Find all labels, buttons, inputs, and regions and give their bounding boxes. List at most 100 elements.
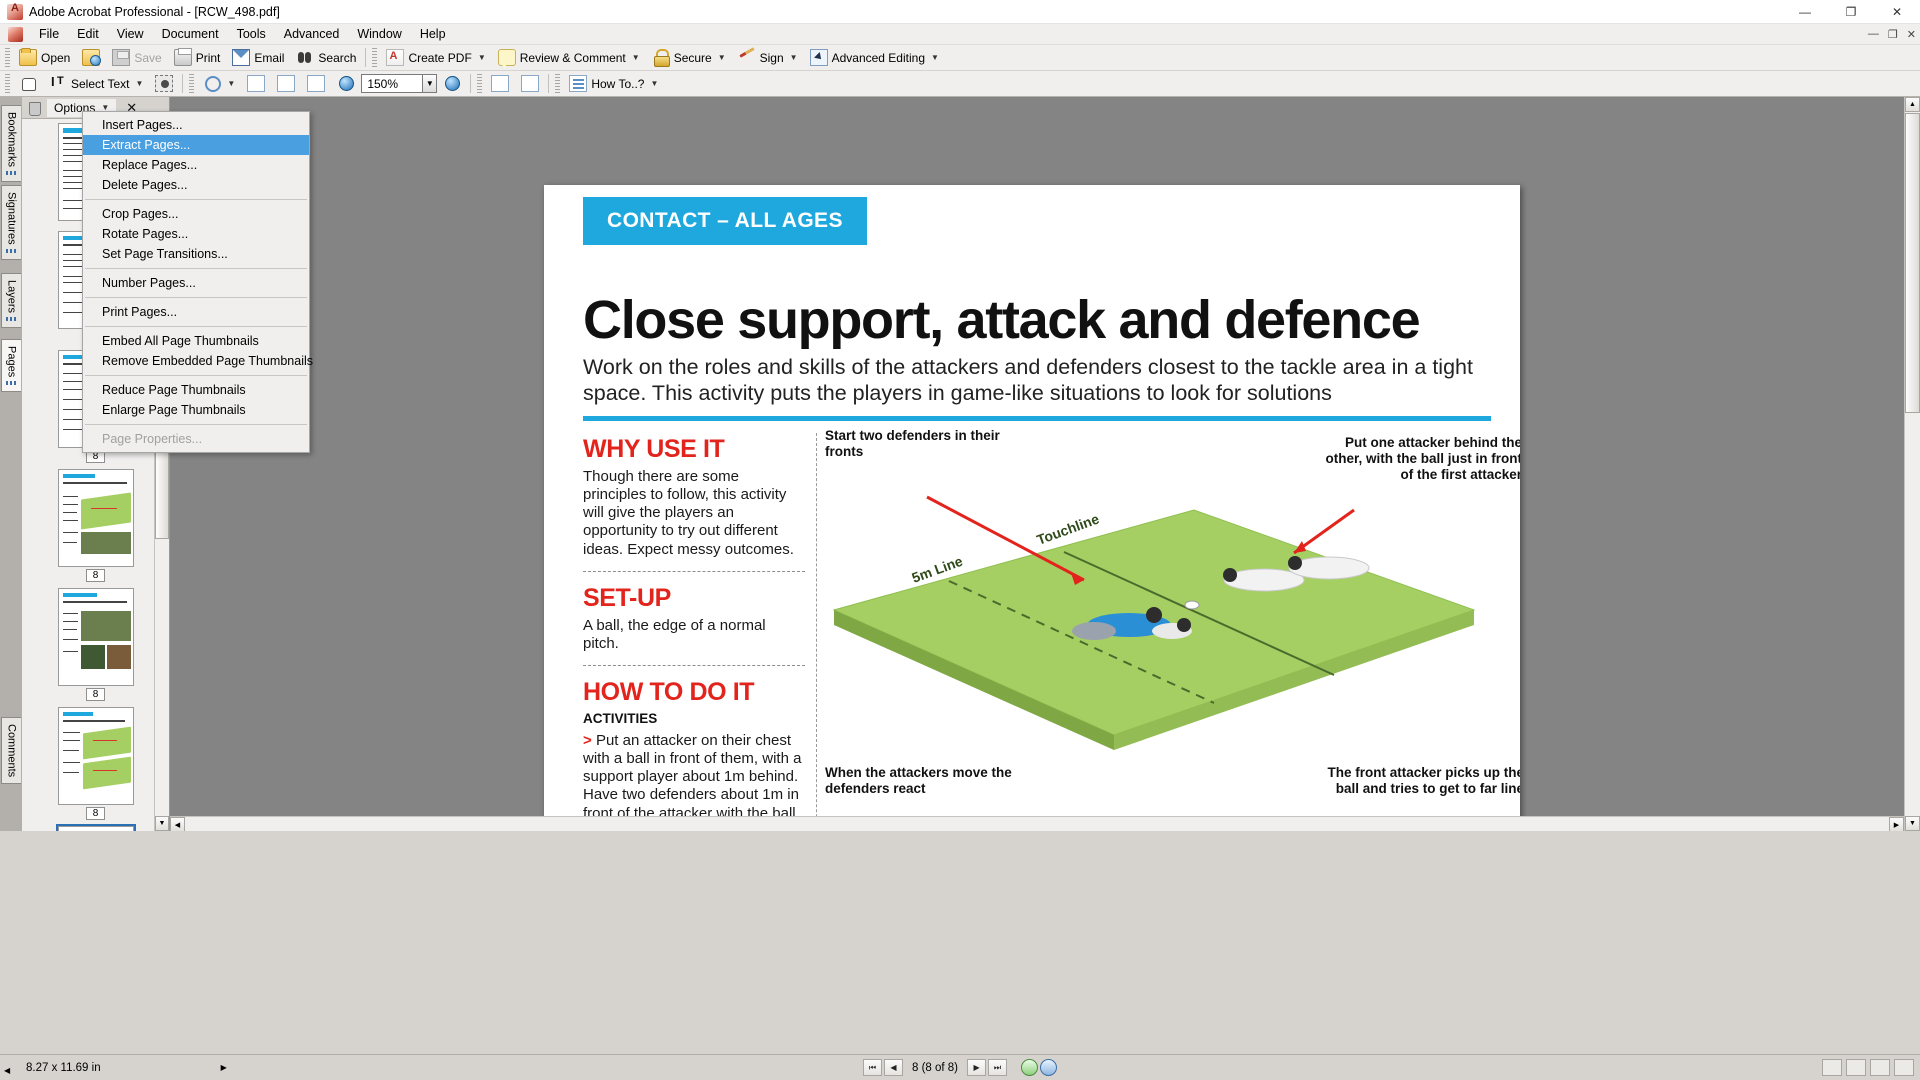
search-button[interactable]: Search	[290, 46, 362, 69]
thumbnail-page-5[interactable]: 8	[57, 588, 134, 701]
document-vertical-scrollbar[interactable]: ▲ ▼	[1904, 97, 1920, 831]
zoom-tool-button[interactable]: ▼	[197, 72, 241, 95]
print-button[interactable]: Print	[168, 46, 227, 69]
thumbnail-page-4[interactable]: 8	[57, 469, 134, 582]
menu-item-extract-pages[interactable]: Extract Pages...	[83, 135, 309, 155]
create-pdf-button[interactable]: Create PDF ▼	[380, 46, 491, 69]
sign-button[interactable]: Sign ▼	[732, 46, 804, 69]
menu-item-number-pages[interactable]: Number Pages...	[83, 273, 309, 293]
menu-item-delete-pages[interactable]: Delete Pages...	[83, 175, 309, 195]
sidebar-tab-pages[interactable]: Pages	[1, 339, 21, 393]
menu-item-print-pages[interactable]: Print Pages...	[83, 302, 309, 322]
actual-size-button[interactable]	[241, 72, 271, 95]
menu-file[interactable]: File	[30, 25, 68, 43]
delete-pages-icon[interactable]	[25, 99, 43, 116]
toolbar-grip[interactable]	[555, 74, 561, 93]
menu-item-remove-embedded-page-thumbnails[interactable]: Remove Embedded Page Thumbnails	[83, 351, 313, 371]
scroll-left-arrow-icon[interactable]: ◀	[170, 817, 185, 831]
toolbar-grip[interactable]	[372, 48, 378, 67]
zoom-level-input[interactable]: 150%	[361, 74, 424, 93]
hand-tool-button[interactable]	[13, 72, 43, 95]
status-left-arrow-icon[interactable]: ◀	[4, 1066, 10, 1075]
toolbar-grip[interactable]	[477, 74, 483, 93]
sidebar-tab-bookmarks[interactable]: Bookmarks	[1, 105, 21, 183]
menu-item-enlarge-page-thumbnails[interactable]: Enlarge Page Thumbnails	[83, 400, 309, 420]
previous-view-button[interactable]	[485, 72, 515, 95]
zoom-dropdown-arrow[interactable]: ▼	[423, 74, 438, 93]
inner-minimize-button[interactable]: —	[1868, 28, 1879, 41]
inner-restore-button[interactable]: ❐	[1888, 28, 1898, 41]
chevron-down-icon[interactable]: ▼	[227, 79, 235, 88]
thumbnail-page-6[interactable]: 8	[57, 707, 134, 820]
menu-item-set-page-transitions[interactable]: Set Page Transitions...	[83, 244, 309, 264]
menu-edit[interactable]: Edit	[68, 25, 108, 43]
facing-view-button[interactable]	[1870, 1059, 1890, 1076]
chevron-down-icon[interactable]: ▼	[135, 79, 143, 88]
chevron-down-icon[interactable]: ▼	[790, 53, 798, 62]
toolbar-grip[interactable]	[5, 74, 10, 93]
menu-advanced[interactable]: Advanced	[275, 25, 349, 43]
secure-button[interactable]: Secure ▼	[646, 46, 732, 69]
thumbnail-page-8[interactable]: 8	[55, 824, 136, 831]
next-view-button[interactable]	[515, 72, 545, 95]
organizer-button[interactable]	[76, 46, 106, 69]
next-view-nav-button[interactable]	[1040, 1059, 1058, 1076]
first-page-button[interactable]: ⏮	[862, 1059, 882, 1076]
title-rule	[583, 416, 1491, 421]
previous-page-button[interactable]: ◀	[883, 1059, 903, 1076]
inner-close-button[interactable]: ✕	[1907, 28, 1916, 41]
scroll-up-arrow-icon[interactable]: ▲	[1905, 97, 1920, 112]
next-page-button[interactable]: ▶	[967, 1059, 987, 1076]
maximize-button[interactable]: ❐	[1828, 0, 1874, 24]
sidebar-tab-comments[interactable]: Comments	[1, 717, 21, 785]
menu-item-embed-all-page-thumbnails[interactable]: Embed All Page Thumbnails	[83, 331, 309, 351]
scroll-down-arrow-icon[interactable]: ▼	[1905, 816, 1920, 831]
menu-view[interactable]: View	[108, 25, 153, 43]
advanced-editing-button[interactable]: Advanced Editing ▼	[804, 46, 945, 69]
zoom-out-button[interactable]	[331, 72, 361, 95]
chevron-down-icon[interactable]: ▼	[931, 53, 939, 62]
fit-width-button[interactable]	[301, 72, 331, 95]
document-viewport[interactable]: CONTACT – ALL AGES Close support, attack…	[170, 97, 1920, 831]
menu-help[interactable]: Help	[411, 25, 455, 43]
toolbar-grip[interactable]	[189, 74, 195, 93]
scrollbar-thumb[interactable]	[1905, 113, 1920, 413]
scroll-down-arrow-icon[interactable]: ▼	[155, 816, 169, 831]
menu-item-insert-pages[interactable]: Insert Pages...	[83, 115, 309, 135]
single-page-view-button[interactable]	[1822, 1059, 1842, 1076]
fit-page-button[interactable]	[271, 72, 301, 95]
chevron-down-icon[interactable]: ▼	[632, 53, 640, 62]
save-button[interactable]: Save	[106, 46, 167, 69]
menu-tools[interactable]: Tools	[228, 25, 275, 43]
open-button[interactable]: Open	[13, 46, 76, 69]
menu-document[interactable]: Document	[153, 25, 228, 43]
menu-item-reduce-page-thumbnails[interactable]: Reduce Page Thumbnails	[83, 380, 309, 400]
toolbar-grip[interactable]	[5, 48, 10, 67]
document-horizontal-scrollbar[interactable]: ◀ ▶	[170, 816, 1904, 831]
continuous-facing-view-button[interactable]	[1894, 1059, 1914, 1076]
zoom-in-button[interactable]	[437, 72, 467, 95]
menu-item-replace-pages[interactable]: Replace Pages...	[83, 155, 309, 175]
select-text-button[interactable]: Select Text ▼	[43, 72, 149, 95]
chevron-down-icon[interactable]: ▼	[718, 53, 726, 62]
scroll-right-arrow-icon[interactable]: ▶	[1889, 817, 1904, 831]
minimize-button[interactable]: —	[1782, 0, 1828, 24]
options-dropdown-menu[interactable]: Insert Pages... Extract Pages... Replace…	[82, 111, 313, 453]
chevron-down-icon[interactable]: ▼	[478, 53, 486, 62]
snapshot-tool-button[interactable]	[149, 72, 179, 95]
sidebar-tab-layers[interactable]: Layers	[1, 273, 21, 329]
how-to-button[interactable]: How To..? ▼	[563, 72, 664, 95]
status-right-arrow-icon[interactable]: ▶	[221, 1063, 227, 1072]
close-button[interactable]: ✕	[1874, 0, 1920, 24]
bookmarks-icon	[5, 171, 18, 176]
sidebar-tab-signatures[interactable]: Signatures	[1, 185, 21, 260]
continuous-view-button[interactable]	[1846, 1059, 1866, 1076]
menu-item-rotate-pages[interactable]: Rotate Pages...	[83, 224, 309, 244]
email-button[interactable]: Email	[226, 46, 290, 69]
review-comment-button[interactable]: Review & Comment ▼	[492, 46, 646, 69]
last-page-button[interactable]: ⏭	[988, 1059, 1008, 1076]
menu-window[interactable]: Window	[348, 25, 410, 43]
menu-item-crop-pages[interactable]: Crop Pages...	[83, 204, 309, 224]
previous-view-nav-button[interactable]	[1021, 1059, 1039, 1076]
chevron-down-icon[interactable]: ▼	[650, 79, 658, 88]
